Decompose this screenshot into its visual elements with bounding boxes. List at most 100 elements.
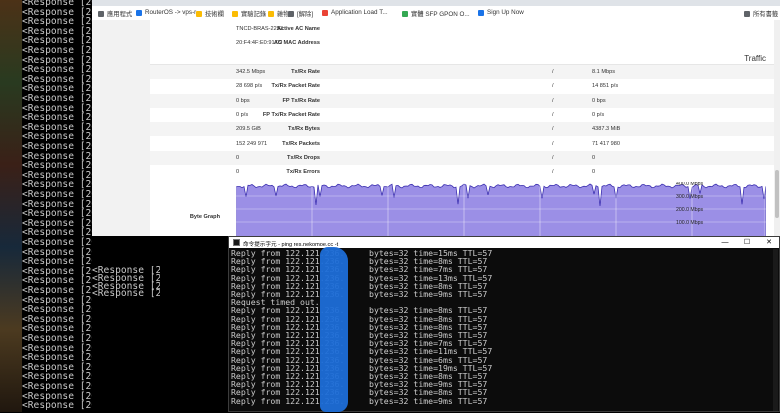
- bookmark-icon: [402, 10, 408, 17]
- row-label: Tx/Rx Bytes: [287, 126, 320, 133]
- row-label: Tx/Rx Drops: [287, 154, 320, 161]
- bookmark-item[interactable]: [解除]: [288, 9, 313, 18]
- bookmark-item[interactable]: 所有書籤: [744, 9, 778, 18]
- row-label: Tx/Rx Errors: [286, 169, 320, 176]
- row-separator: /: [552, 154, 554, 161]
- row-tx-value: 0 bps: [236, 97, 250, 104]
- close-button[interactable]: ✕: [759, 238, 779, 247]
- bookmark-label: 實驗記錄: [241, 11, 267, 18]
- row-tx-value: 0: [236, 154, 240, 161]
- bookmark-item[interactable]: 雜物: [268, 9, 290, 18]
- row-label: Tx/Rx Packet Rate: [271, 83, 320, 90]
- bookmark-icon: [268, 10, 274, 17]
- graph-tick-label: 300.0 Mbps: [676, 194, 704, 200]
- row-tx-value: 28 698 p/s: [236, 83, 263, 90]
- bookmark-icon: [136, 9, 142, 16]
- row-separator: /: [552, 111, 554, 118]
- page-scroll-thumb[interactable]: [775, 170, 779, 218]
- row-tx-value: 152 249 971: [236, 140, 268, 147]
- bookmark-item[interactable]: RouterOS -> vps-r...: [136, 9, 201, 16]
- row-tx-value: 0: [236, 169, 240, 176]
- row-tx-value: 209.5 GiB: [236, 126, 261, 133]
- traffic-row: FP Tx/Rx Packet Rate 0 p/s / 0 p/s: [150, 108, 780, 122]
- row-label: FP Tx/Rx Rate: [282, 97, 320, 104]
- row-separator: /: [552, 169, 554, 176]
- bookmark-icon: [744, 10, 750, 17]
- cmd-scrollbar[interactable]: [773, 249, 778, 411]
- graph-tick-label: 100.0 Mbps: [676, 220, 704, 226]
- command-prompt-window[interactable]: 命令提示字元 - ping res.nekomoe.cc -t — ☐ ✕ Re…: [228, 236, 780, 412]
- cmd-output: Reply from 122.121.236. bytes=32 time=15…: [231, 249, 771, 413]
- bookmark-item[interactable]: 實體 SFP GPON O...: [402, 9, 470, 18]
- bookmark-label: [解除]: [297, 11, 314, 18]
- bookmark-label: RouterOS -> vps-r...: [145, 9, 202, 16]
- row-value: TNCD-BRAS-2253: [236, 26, 283, 32]
- bookmark-icon: [288, 10, 294, 17]
- traffic-row: Tx/Rx Packet Rate 28 698 p/s / 14 851 p/s: [150, 79, 780, 93]
- traffic-row: Tx/Rx Bytes 209.5 GiB / 4387.3 MiB: [150, 122, 780, 137]
- terminal-line: <Response [200]>: [22, 400, 92, 412]
- row-rx-value: 4387.3 MiB: [592, 126, 621, 133]
- bookmark-label: Sign Up Now: [487, 9, 524, 16]
- bookmark-label: 技術欄: [205, 11, 224, 18]
- bookmark-icon: [98, 10, 104, 17]
- traffic-row: Tx/Rx Errors 0 / 0: [150, 165, 780, 179]
- traffic-section-title: Traffic: [744, 54, 766, 63]
- row-label: FP Tx/Rx Packet Rate: [262, 111, 320, 118]
- cmd-title-bar[interactable]: 命令提示字元 - ping res.nekomoe.cc -t — ☐ ✕: [229, 237, 779, 248]
- bookmark-icon: [322, 9, 328, 16]
- page-scrollbar[interactable]: [774, 20, 780, 236]
- row-tx-value: 0 p/s: [236, 111, 249, 118]
- traffic-row: Tx/Rx Packets 152 249 971 / 71 417 980: [150, 137, 780, 151]
- row-rx-value: 0 bps: [592, 97, 606, 104]
- router-interface-page: Active AC Name TNCD-BRAS-2253 AC MAC Addre…: [92, 20, 780, 236]
- cmd-icon: [233, 239, 240, 246]
- row-separator: /: [552, 69, 554, 75]
- page-left-panel: [92, 20, 150, 236]
- info-row: Active AC Name TNCD-BRAS-2253: [150, 22, 780, 36]
- row-rx-value: 8.1 Mbps: [592, 69, 616, 75]
- traffic-row: Tx/Rx Drops 0 / 0: [150, 150, 780, 165]
- bookmark-label: 所有書籤: [753, 11, 779, 18]
- minimize-button[interactable]: —: [715, 238, 735, 247]
- row-separator: /: [552, 97, 554, 104]
- graph-tick-label: 400.0 Mbps: [676, 182, 704, 187]
- row-rx-value: 0 p/s: [592, 111, 605, 118]
- row-rx-value: 71 417 980: [592, 140, 620, 147]
- row-separator: /: [552, 140, 554, 147]
- row-separator: /: [552, 83, 554, 90]
- bookmark-label: 實體 SFP GPON O...: [411, 11, 470, 18]
- cmd-output-line: Reply from 122.121.236. bytes=32 time=9m…: [231, 395, 488, 406]
- traffic-row: Tx/Rx Rate 342.5 Mbps / 8.1 Mbps: [150, 65, 780, 79]
- desktop-wallpaper-strip: [0, 0, 22, 412]
- row-rx-value: 0: [592, 154, 596, 161]
- bookmark-icon: [478, 9, 484, 16]
- byte-graph: 400.0 Mbps 300.0 Mbps 200.0 Mbps 100.0 Mbps: [236, 182, 766, 236]
- bookmark-label: 應用程式: [107, 11, 133, 18]
- byte-graph-label: Byte Graph: [189, 214, 220, 220]
- row-rx-value: 0: [592, 169, 596, 176]
- byte-graph-row: Byte Graph 400.0 Mbps 300.0 Mbps 200.0 Mbp…: [150, 182, 780, 236]
- info-row: AC MAC Address 20:F4:4F:E0:91:09: [150, 36, 780, 50]
- bookmark-item[interactable]: 實驗記錄: [232, 9, 266, 18]
- bookmark-item[interactable]: Application Load T...: [322, 9, 388, 16]
- redaction-mark: [320, 247, 348, 412]
- row-tx-value: 342.5 Mbps: [236, 69, 266, 75]
- background-terminal-extra: <Response [200]><Response [200]><Respons…: [0, 266, 160, 298]
- browser-window: 應用程式 RouterOS -> vps-r... 技術欄 實驗記錄 雜物 [解除] App…: [92, 0, 780, 236]
- bookmark-item[interactable]: 技術欄: [196, 9, 224, 18]
- traffic-row: FP Tx/Rx Rate 0 bps / 0 bps: [150, 93, 780, 108]
- bookmark-label: Application Load T...: [331, 9, 388, 16]
- row-value: 20:F4:4F:E0:91:09: [236, 40, 283, 46]
- row-label: Tx/Rx Rate: [291, 69, 320, 75]
- row-separator: /: [552, 126, 554, 133]
- terminal-line: <Response [200]>: [92, 288, 160, 298]
- bookmark-item[interactable]: 應用程式: [98, 9, 132, 18]
- maximize-button[interactable]: ☐: [737, 238, 757, 247]
- cmd-title: 命令提示字元 - ping res.nekomoe.cc -t: [243, 241, 339, 248]
- row-rx-value: 14 851 p/s: [592, 83, 619, 90]
- bookmark-icon: [232, 10, 238, 17]
- graph-tick-label: 200.0 Mbps: [676, 207, 704, 213]
- bookmark-icon: [196, 10, 202, 17]
- bookmark-item[interactable]: Sign Up Now: [478, 9, 524, 16]
